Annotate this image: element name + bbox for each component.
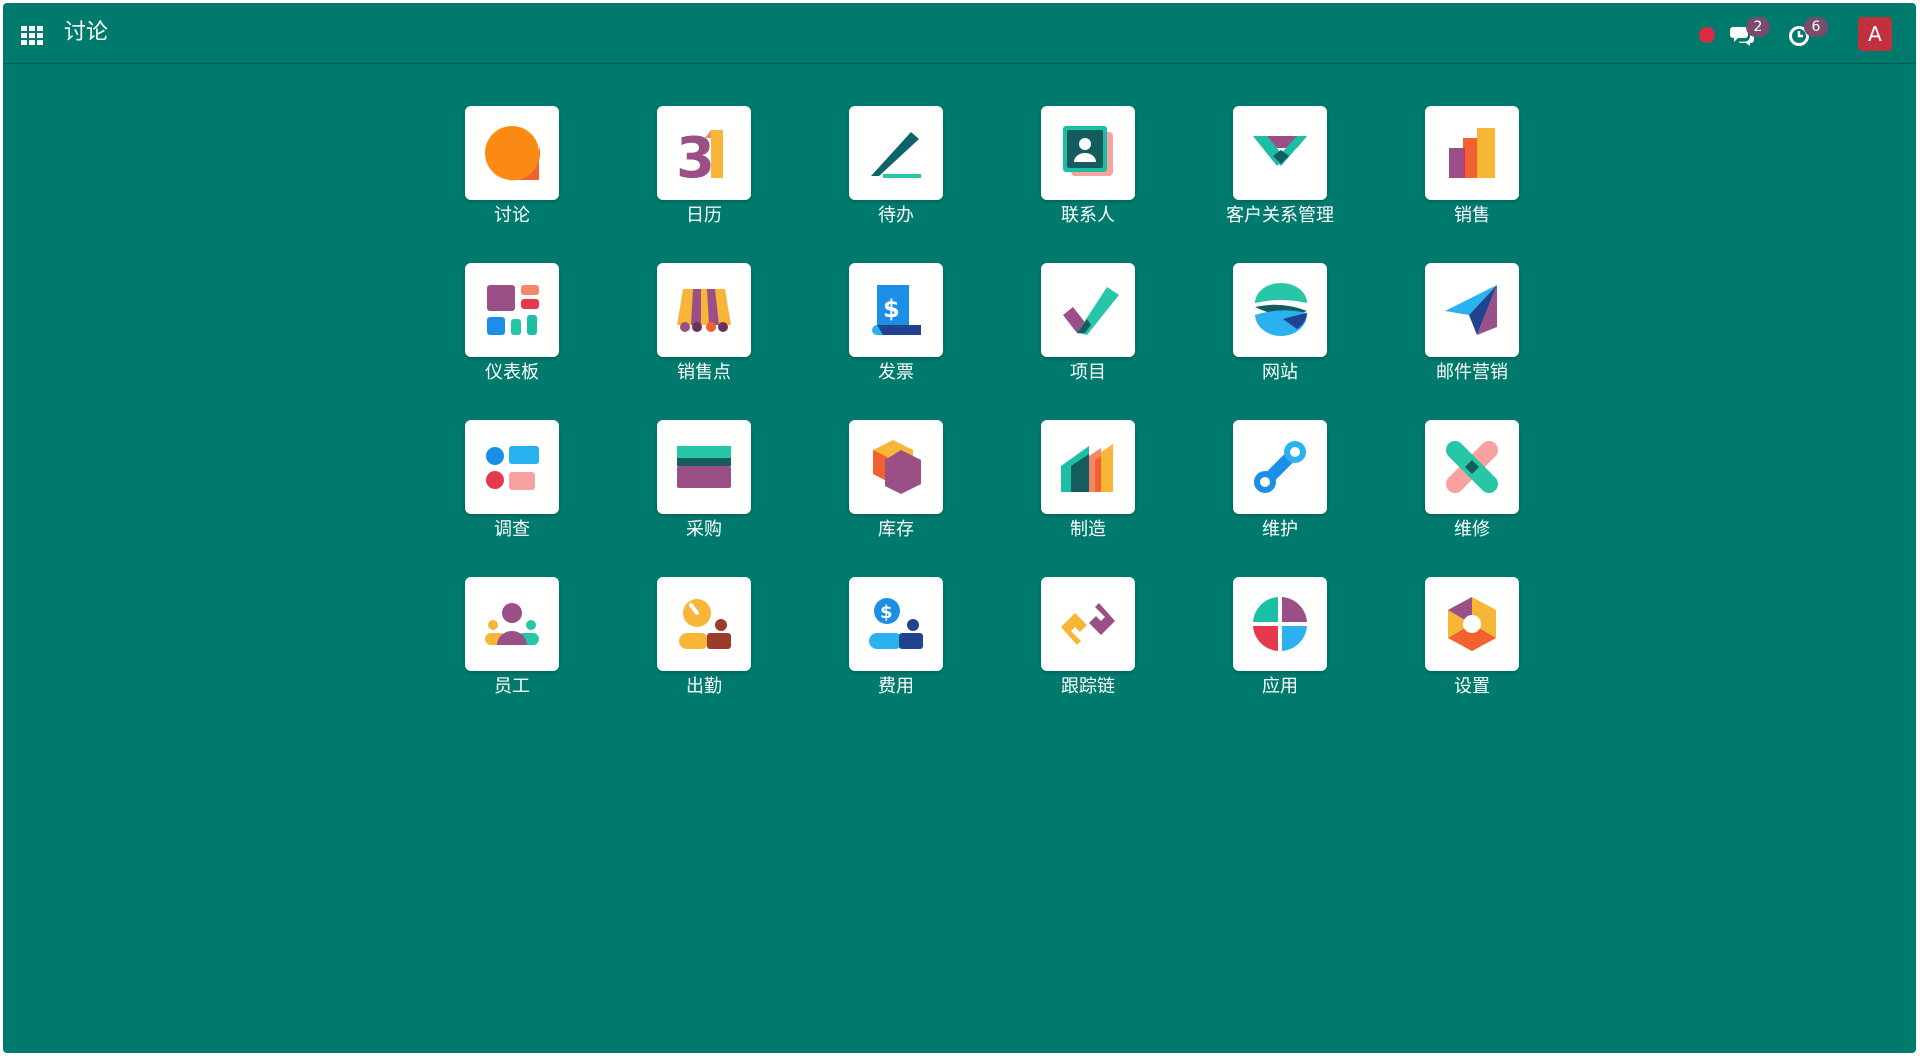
contacts-icon — [1063, 126, 1113, 176]
app-label: 销售 — [1454, 205, 1490, 226]
home-menu: 讨论 2 6 A 讨论 3 日历 待办 联系人 客户关系管理 销售 仪表板 销售… — [3, 3, 1916, 1053]
presence-status-dot — [1699, 27, 1715, 43]
app-label: 调查 — [494, 519, 530, 540]
app-invoicing[interactable]: $ 发票 — [800, 263, 992, 420]
app-inventory[interactable]: 库存 — [800, 420, 992, 577]
employees-icon — [485, 603, 539, 645]
app-label: 出勤 — [686, 676, 722, 697]
project-icon — [1063, 287, 1119, 335]
invoicing-icon: $ — [872, 285, 921, 335]
app-label: 采购 — [686, 519, 722, 540]
maintenance-icon — [1254, 441, 1306, 493]
app-menu-toggle[interactable] — [20, 23, 44, 47]
app-point-of-sale[interactable]: 销售点 — [608, 263, 800, 420]
app-maintenance[interactable]: 维护 — [1184, 420, 1376, 577]
app-surveys[interactable]: 调查 — [416, 420, 608, 577]
app-dashboard[interactable]: 仪表板 — [416, 263, 608, 420]
surveys-icon — [486, 446, 539, 490]
link-tracker-icon — [1061, 603, 1115, 645]
app-link-tracker[interactable]: 跟踪链 — [992, 577, 1184, 734]
app-label: 仪表板 — [485, 362, 539, 383]
apps-icon — [1253, 597, 1307, 651]
app-label: 销售点 — [677, 362, 731, 383]
app-crm[interactable]: 客户关系管理 — [1184, 106, 1376, 263]
app-todo[interactable]: 待办 — [800, 106, 992, 263]
app-label: 费用 — [878, 676, 914, 697]
app-discuss[interactable]: 讨论 — [416, 106, 608, 263]
app-apps[interactable]: 应用 — [1184, 577, 1376, 734]
app-label: 日历 — [686, 205, 722, 226]
app-website[interactable]: 网站 — [1184, 263, 1376, 420]
activity-menu[interactable]: 6 — [1788, 17, 1828, 51]
app-expenses[interactable]: $ 费用 — [800, 577, 992, 734]
app-contacts[interactable]: 联系人 — [992, 106, 1184, 263]
website-icon — [1255, 283, 1308, 337]
sales-icon — [1449, 128, 1495, 178]
app-brand-title[interactable]: 讨论 — [64, 17, 108, 49]
app-email-marketing[interactable]: 邮件营销 — [1376, 263, 1568, 420]
inventory-icon — [873, 440, 921, 494]
attendances-icon — [679, 599, 731, 649]
app-label: 讨论 — [494, 205, 530, 226]
app-project[interactable]: 项目 — [992, 263, 1184, 420]
app-label: 项目 — [1070, 362, 1106, 383]
messages-count-badge: 2 — [1746, 17, 1770, 37]
discuss-icon — [485, 126, 541, 181]
purchase-icon — [677, 446, 731, 488]
app-settings[interactable]: 设置 — [1376, 577, 1568, 734]
app-label: 设置 — [1454, 676, 1490, 697]
app-calendar[interactable]: 3 日历 — [608, 106, 800, 263]
app-label: 客户关系管理 — [1226, 205, 1334, 226]
messaging-menu[interactable]: 2 — [1730, 17, 1770, 51]
repairs-icon — [1446, 441, 1498, 493]
app-attendances[interactable]: 出勤 — [608, 577, 800, 734]
settings-icon — [1448, 597, 1496, 651]
app-label: 邮件营销 — [1436, 362, 1508, 383]
app-repairs[interactable]: 维修 — [1376, 420, 1568, 577]
activities-count-badge: 6 — [1804, 17, 1828, 37]
app-label: 库存 — [878, 519, 914, 540]
manufacturing-icon — [1061, 444, 1113, 492]
svg-text:$: $ — [883, 295, 900, 323]
crm-icon — [1253, 136, 1307, 166]
app-label: 跟踪链 — [1061, 676, 1115, 697]
dashboard-icon — [487, 285, 539, 335]
app-purchase[interactable]: 采购 — [608, 420, 800, 577]
grid-icon — [21, 26, 43, 45]
app-label: 发票 — [878, 362, 914, 383]
expenses-icon: $ — [869, 598, 923, 649]
svg-text:$: $ — [880, 602, 893, 623]
user-avatar[interactable]: A — [1858, 17, 1892, 51]
app-label: 网站 — [1262, 362, 1298, 383]
app-grid: 讨论 3 日历 待办 联系人 客户关系管理 销售 仪表板 销售点 $ 发票 项目… — [416, 106, 1568, 734]
app-sales[interactable]: 销售 — [1376, 106, 1568, 263]
app-label: 联系人 — [1061, 205, 1115, 226]
app-label: 待办 — [878, 205, 914, 226]
point-of-sale-icon — [677, 289, 731, 332]
app-label: 维护 — [1262, 519, 1298, 540]
calendar-icon: 3 — [676, 126, 723, 184]
app-label: 员工 — [494, 676, 530, 697]
app-label: 制造 — [1070, 519, 1106, 540]
top-navbar: 讨论 2 6 A — [3, 3, 1916, 64]
app-manufacturing[interactable]: 制造 — [992, 420, 1184, 577]
app-label: 维修 — [1454, 519, 1490, 540]
app-employees[interactable]: 员工 — [416, 577, 608, 734]
email-marketing-icon — [1445, 285, 1497, 335]
app-label: 应用 — [1262, 676, 1298, 697]
todo-icon — [871, 132, 921, 178]
